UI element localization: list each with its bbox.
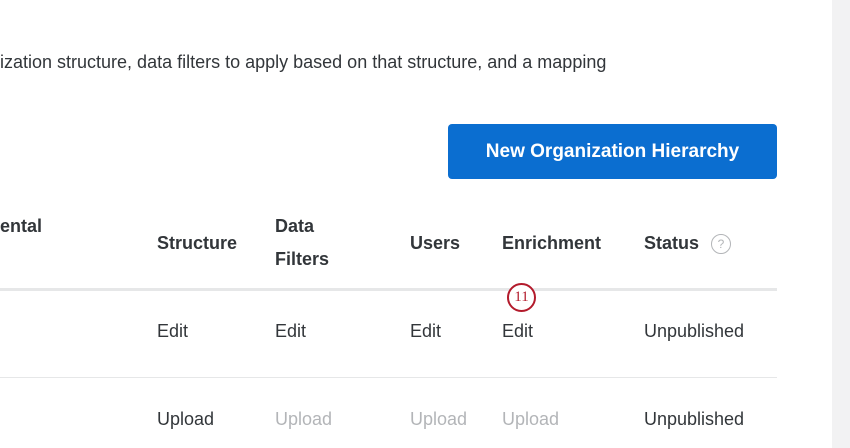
- new-organization-hierarchy-button[interactable]: New Organization Hierarchy: [448, 124, 777, 179]
- row1-data-filters-edit-link[interactable]: Edit: [275, 321, 306, 342]
- column-header-enrichment: Enrichment: [502, 233, 602, 253]
- column-header-status: Status?: [644, 230, 732, 256]
- row1-enrichment-edit-link[interactable]: Edit: [502, 321, 533, 342]
- status-label: Status: [644, 233, 700, 253]
- column-header-data-filters-line2: Filters: [275, 249, 330, 269]
- row-divider: [0, 377, 777, 378]
- column-header-partial: ental: [0, 216, 43, 236]
- column-header-data-filters-line1: Data: [275, 216, 315, 236]
- row2-status: Unpublished: [644, 409, 745, 429]
- help-icon[interactable]: ?: [711, 234, 732, 255]
- page-description: ization structure, data filters to apply…: [0, 52, 607, 72]
- row1-users-edit-link[interactable]: Edit: [410, 321, 441, 342]
- header-divider: [0, 288, 777, 291]
- row1-structure-edit-link[interactable]: Edit: [157, 321, 188, 342]
- annotation-marker: 11: [507, 283, 536, 312]
- row2-structure-upload-link[interactable]: Upload: [157, 409, 214, 430]
- row2-data-filters-upload-disabled: Upload: [275, 409, 333, 429]
- row2-users-upload-disabled: Upload: [410, 409, 468, 429]
- row1-status: Unpublished: [644, 321, 745, 341]
- scrollbar-track[interactable]: [832, 0, 850, 448]
- column-header-structure: Structure: [157, 233, 238, 253]
- row2-enrichment-upload-disabled: Upload: [502, 409, 560, 429]
- column-header-users: Users: [410, 233, 461, 253]
